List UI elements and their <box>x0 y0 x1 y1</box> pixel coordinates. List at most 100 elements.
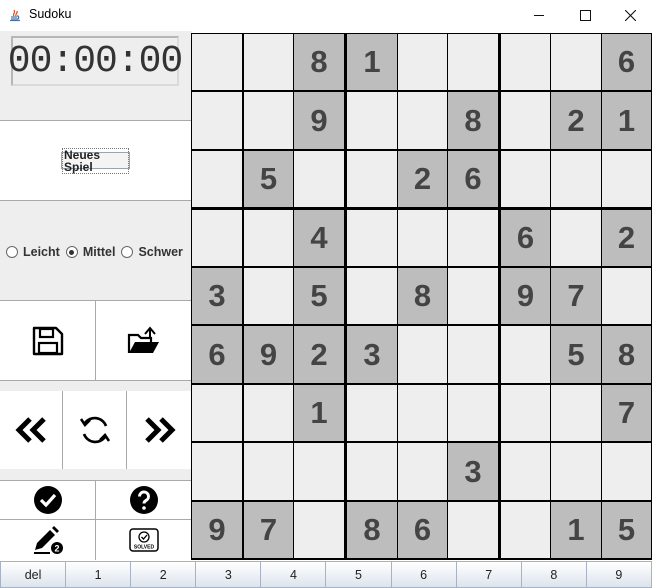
sudoku-cell-r1c1[interactable] <box>192 34 242 90</box>
save-button[interactable] <box>0 301 95 380</box>
sudoku-cell-r6c9[interactable]: 8 <box>602 326 651 383</box>
sudoku-cell-r2c3[interactable]: 9 <box>294 92 344 149</box>
sudoku-cell-r1c3[interactable]: 8 <box>294 34 344 90</box>
sudoku-cell-r9c3[interactable] <box>294 502 344 558</box>
sudoku-cell-r8c9[interactable] <box>602 443 651 500</box>
sudoku-cell-r1c6[interactable] <box>448 34 498 90</box>
sudoku-cell-r3c3[interactable] <box>294 151 344 207</box>
sudoku-cell-r5c1[interactable]: 3 <box>192 268 242 324</box>
difficulty-option-mittel[interactable]: Mittel <box>65 245 115 259</box>
load-button[interactable] <box>96 301 192 380</box>
maximize-button[interactable] <box>562 0 608 31</box>
undo-button[interactable] <box>0 391 62 469</box>
sudoku-cell-r2c5[interactable] <box>398 92 447 149</box>
sudoku-cell-r9c8[interactable]: 1 <box>551 502 601 558</box>
number-button-6[interactable]: 6 <box>391 561 457 588</box>
number-button-1[interactable]: 1 <box>66 561 132 588</box>
sudoku-cell-r4c2[interactable] <box>244 210 293 266</box>
sudoku-cell-r1c4[interactable]: 1 <box>347 34 397 90</box>
sudoku-cell-r1c8[interactable] <box>551 34 601 90</box>
sudoku-cell-r5c7[interactable]: 9 <box>501 268 550 324</box>
difficulty-option-schwer[interactable]: Schwer <box>121 245 183 259</box>
difficulty-option-leicht[interactable]: Leicht <box>6 245 60 259</box>
number-button-7[interactable]: 7 <box>456 561 522 588</box>
sudoku-cell-r5c2[interactable] <box>244 268 293 324</box>
new-game-button[interactable]: Neues Spiel <box>61 147 130 174</box>
sudoku-cell-r9c4[interactable]: 8 <box>347 502 397 558</box>
sudoku-cell-r6c5[interactable] <box>398 326 447 383</box>
solve-button[interactable]: SOLVED <box>96 520 192 560</box>
sudoku-cell-r3c4[interactable] <box>347 151 397 207</box>
sudoku-cell-r9c6[interactable] <box>448 502 498 558</box>
sudoku-cell-r7c2[interactable] <box>244 385 293 441</box>
redo-button[interactable] <box>127 391 192 469</box>
close-button[interactable] <box>607 0 652 31</box>
sudoku-cell-r9c2[interactable]: 7 <box>244 502 293 558</box>
sudoku-cell-r3c2[interactable]: 5 <box>244 151 293 207</box>
sudoku-cell-r8c3[interactable] <box>294 443 344 500</box>
sudoku-cell-r2c2[interactable] <box>244 92 293 149</box>
sudoku-cell-r1c7[interactable] <box>501 34 550 90</box>
sudoku-cell-r9c7[interactable] <box>501 502 550 558</box>
check-button[interactable] <box>0 481 95 519</box>
sudoku-cell-r8c7[interactable] <box>501 443 550 500</box>
sudoku-cell-r4c7[interactable]: 6 <box>501 210 550 266</box>
sudoku-cell-r8c8[interactable] <box>551 443 601 500</box>
sudoku-cell-r9c9[interactable]: 5 <box>602 502 651 558</box>
sudoku-cell-r9c5[interactable]: 6 <box>398 502 447 558</box>
notes-button[interactable]: 2 <box>0 520 95 560</box>
sudoku-cell-r2c9[interactable]: 1 <box>602 92 651 149</box>
sudoku-cell-r2c4[interactable] <box>347 92 397 149</box>
sudoku-cell-r8c6[interactable]: 3 <box>448 443 498 500</box>
sudoku-cell-r1c5[interactable] <box>398 34 447 90</box>
sudoku-cell-r6c3[interactable]: 2 <box>294 326 344 383</box>
sudoku-cell-r3c9[interactable] <box>602 151 651 207</box>
sudoku-cell-r5c5[interactable]: 8 <box>398 268 447 324</box>
number-button-5[interactable]: 5 <box>326 561 392 588</box>
sudoku-cell-r6c4[interactable]: 3 <box>347 326 397 383</box>
sudoku-cell-r7c6[interactable] <box>448 385 498 441</box>
delete-button[interactable]: del <box>0 561 67 588</box>
minimize-button[interactable] <box>516 0 562 31</box>
sudoku-cell-r7c5[interactable] <box>398 385 447 441</box>
sudoku-cell-r6c1[interactable]: 6 <box>192 326 242 383</box>
sudoku-cell-r4c5[interactable] <box>398 210 447 266</box>
sudoku-cell-r5c4[interactable] <box>347 268 397 324</box>
sudoku-cell-r8c4[interactable] <box>347 443 397 500</box>
number-button-2[interactable]: 2 <box>131 561 197 588</box>
sudoku-cell-r8c1[interactable] <box>192 443 242 500</box>
sudoku-cell-r7c8[interactable] <box>551 385 601 441</box>
sudoku-cell-r7c9[interactable]: 7 <box>602 385 651 441</box>
sudoku-cell-r4c9[interactable]: 2 <box>602 210 651 266</box>
sudoku-cell-r4c6[interactable] <box>448 210 498 266</box>
sudoku-cell-r5c8[interactable]: 7 <box>551 268 601 324</box>
sudoku-cell-r4c1[interactable] <box>192 210 242 266</box>
sudoku-cell-r2c1[interactable] <box>192 92 242 149</box>
sudoku-cell-r7c4[interactable] <box>347 385 397 441</box>
sudoku-cell-r5c3[interactable]: 5 <box>294 268 344 324</box>
sudoku-cell-r3c5[interactable]: 2 <box>398 151 447 207</box>
sudoku-cell-r8c5[interactable] <box>398 443 447 500</box>
sudoku-cell-r7c1[interactable] <box>192 385 242 441</box>
sudoku-cell-r5c6[interactable] <box>448 268 498 324</box>
number-button-8[interactable]: 8 <box>521 561 587 588</box>
sudoku-cell-r3c6[interactable]: 6 <box>448 151 498 207</box>
number-button-4[interactable]: 4 <box>261 561 327 588</box>
sudoku-cell-r7c7[interactable] <box>501 385 550 441</box>
sudoku-cell-r3c8[interactable] <box>551 151 601 207</box>
sudoku-cell-r7c3[interactable]: 1 <box>294 385 344 441</box>
number-button-9[interactable]: 9 <box>586 561 652 588</box>
sudoku-cell-r6c6[interactable] <box>448 326 498 383</box>
sudoku-cell-r1c2[interactable] <box>244 34 293 90</box>
sudoku-cell-r2c8[interactable]: 2 <box>551 92 601 149</box>
sudoku-cell-r6c7[interactable] <box>501 326 550 383</box>
sudoku-cell-r2c7[interactable] <box>501 92 550 149</box>
help-button[interactable] <box>96 481 192 519</box>
sudoku-cell-r2c6[interactable]: 8 <box>448 92 498 149</box>
refresh-button[interactable] <box>63 391 126 469</box>
sudoku-cell-r5c9[interactable] <box>602 268 651 324</box>
sudoku-cell-r6c2[interactable]: 9 <box>244 326 293 383</box>
sudoku-cell-r4c4[interactable] <box>347 210 397 266</box>
number-button-3[interactable]: 3 <box>196 561 262 588</box>
sudoku-cell-r3c1[interactable] <box>192 151 242 207</box>
